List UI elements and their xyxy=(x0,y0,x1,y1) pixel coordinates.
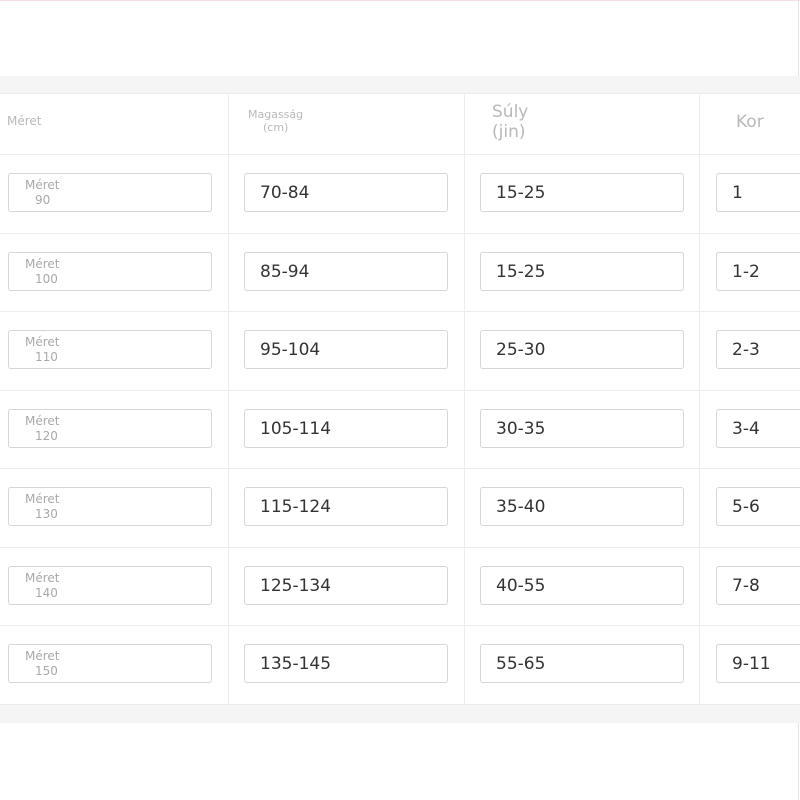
height-field[interactable]: 95-104 xyxy=(244,330,448,369)
weight-field[interactable]: 30-35 xyxy=(480,409,684,448)
row-divider xyxy=(0,390,800,391)
row-divider xyxy=(0,233,800,234)
size-field-label: Méret xyxy=(25,178,60,192)
header-height-label: Magasság xyxy=(248,108,304,121)
size-field[interactable]: Méret 120 xyxy=(8,409,212,448)
size-field[interactable]: Méret 140 xyxy=(8,566,212,605)
row-divider xyxy=(0,547,800,548)
age-field[interactable]: 1-2 xyxy=(716,252,800,291)
header-height-unit: (cm) xyxy=(263,120,289,134)
header-weight: Súly (jin) xyxy=(492,102,529,142)
weight-field[interactable]: 40-55 xyxy=(480,566,684,605)
top-divider xyxy=(0,0,800,1)
height-field[interactable]: 115-124 xyxy=(244,487,448,526)
size-field-label: Méret xyxy=(25,571,60,585)
table-top-band xyxy=(0,76,800,93)
header-size: Méret xyxy=(7,114,42,128)
height-field[interactable]: 70-84 xyxy=(244,173,448,212)
age-field[interactable]: 3-4 xyxy=(716,409,800,448)
size-field-value: 90 xyxy=(35,193,51,207)
age-field[interactable]: 7-8 xyxy=(716,566,800,605)
row-divider xyxy=(0,154,800,155)
size-field[interactable]: Méret 100 xyxy=(8,252,212,291)
height-field[interactable]: 85-94 xyxy=(244,252,448,291)
size-field-value: 140 xyxy=(35,586,58,600)
size-field[interactable]: Méret 130 xyxy=(8,487,212,526)
weight-field[interactable]: 15-25 xyxy=(480,252,684,291)
row-divider xyxy=(0,468,800,469)
size-field-value: 100 xyxy=(35,272,58,286)
weight-field[interactable]: 35-40 xyxy=(480,487,684,526)
size-field[interactable]: Méret 90 xyxy=(8,173,212,212)
row-divider xyxy=(0,311,800,312)
weight-field[interactable]: 15-25 xyxy=(480,173,684,212)
age-field[interactable]: 5-6 xyxy=(716,487,800,526)
size-field[interactable]: Méret 150 xyxy=(8,644,212,683)
column-divider xyxy=(464,93,465,705)
size-field-label: Méret xyxy=(25,257,60,271)
height-field[interactable]: 125-134 xyxy=(244,566,448,605)
row-divider xyxy=(0,93,800,94)
row-divider xyxy=(0,625,800,626)
height-field[interactable]: 105-114 xyxy=(244,409,448,448)
size-field-label: Méret xyxy=(25,649,60,663)
size-field-value: 130 xyxy=(35,507,58,521)
age-field[interactable]: 9-11 xyxy=(716,644,800,683)
height-field[interactable]: 135-145 xyxy=(244,644,448,683)
size-field[interactable]: Méret 110 xyxy=(8,330,212,369)
size-field-label: Méret xyxy=(25,335,60,349)
age-field[interactable]: 1 xyxy=(716,173,800,212)
table-bottom-band xyxy=(0,705,800,723)
header-age: Kor xyxy=(736,112,764,132)
weight-field[interactable]: 25-30 xyxy=(480,330,684,369)
size-chart-table: Méret Magasság (cm) Súly (jin) Kor Méret… xyxy=(0,93,800,705)
age-field[interactable]: 2-3 xyxy=(716,330,800,369)
size-field-label: Méret xyxy=(25,492,60,506)
column-divider xyxy=(699,93,700,705)
weight-field[interactable]: 55-65 xyxy=(480,644,684,683)
size-field-label: Méret xyxy=(25,414,60,428)
header-weight-label: Súly xyxy=(492,102,529,122)
row-divider xyxy=(0,704,800,705)
header-weight-unit: (jin) xyxy=(492,121,526,142)
size-field-value: 150 xyxy=(35,664,58,678)
size-field-value: 120 xyxy=(35,429,58,443)
header-height: Magasság (cm) xyxy=(248,108,304,134)
column-divider xyxy=(228,93,229,705)
size-field-value: 110 xyxy=(35,350,58,364)
